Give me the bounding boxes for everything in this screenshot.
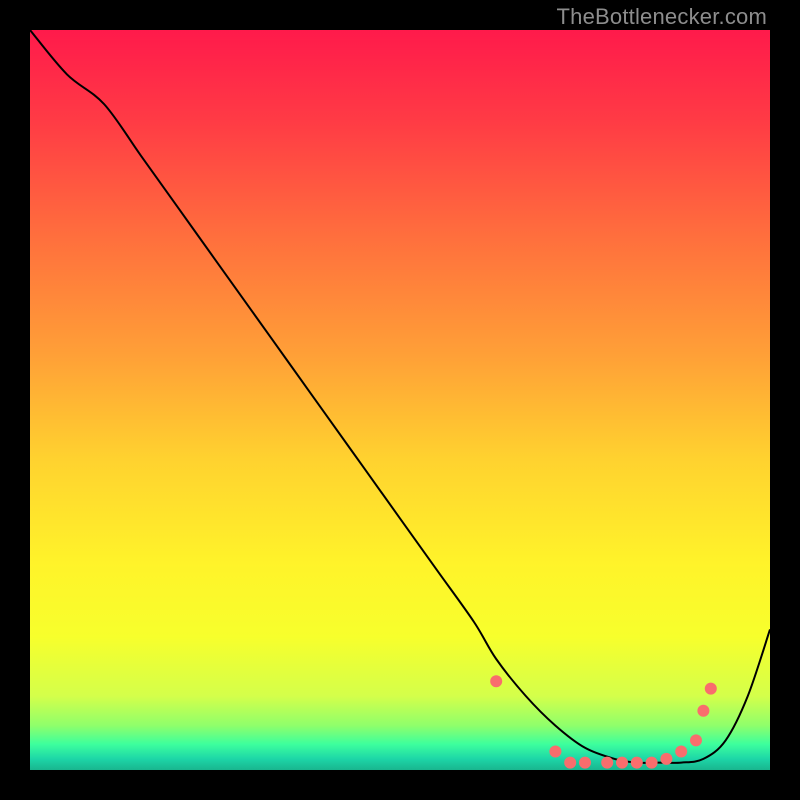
chart-marker bbox=[646, 757, 658, 769]
frame-left bbox=[0, 0, 30, 800]
chart-marker bbox=[564, 757, 576, 769]
frame-bottom bbox=[0, 770, 800, 800]
watermark-text: TheBottlenecker.com bbox=[557, 4, 767, 30]
chart-marker bbox=[549, 746, 561, 758]
chart-marker bbox=[675, 746, 687, 758]
chart-marker bbox=[579, 757, 591, 769]
chart-marker bbox=[705, 683, 717, 695]
chart-marker bbox=[601, 757, 613, 769]
chart-marker bbox=[490, 675, 502, 687]
chart-background bbox=[30, 30, 770, 770]
chart-svg bbox=[30, 30, 770, 770]
chart-marker bbox=[616, 757, 628, 769]
chart-marker bbox=[631, 757, 643, 769]
chart-marker bbox=[697, 705, 709, 717]
chart-marker bbox=[690, 734, 702, 746]
frame-right bbox=[770, 0, 800, 800]
chart-plot-area bbox=[30, 30, 770, 770]
chart-marker bbox=[660, 753, 672, 765]
